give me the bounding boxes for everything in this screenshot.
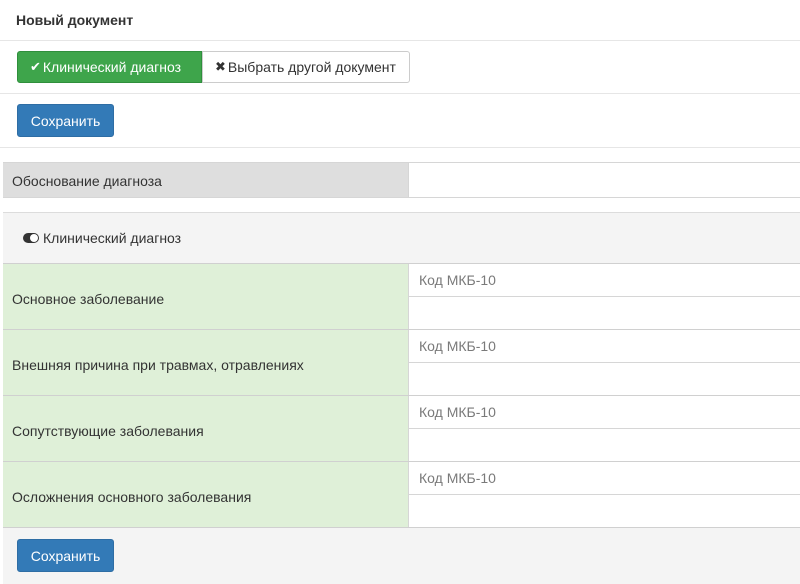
section-header: Клинический диагноз [3, 213, 800, 263]
page-title: Новый документ [16, 12, 134, 28]
check-icon: ✔ [30, 59, 41, 74]
section-title: Клинический диагноз [43, 230, 182, 246]
diagnosis-justification-field[interactable] [408, 163, 800, 197]
diagnosis-row-label: Внешняя причина при травмах, отравлениях [3, 330, 408, 395]
diagnosis-justification-row: Обоснование диагноза [3, 162, 800, 198]
save-button-bottom[interactable]: Сохранить [17, 539, 114, 572]
choose-other-document-label: Выбрать другой документ [227, 59, 396, 75]
diagnosis-name-field[interactable] [409, 363, 800, 395]
diagnosis-row-main: Основное заболевание Код МКБ-10 [3, 263, 800, 329]
diagnosis-name-field[interactable] [409, 495, 800, 527]
diagnosis-justification-label: Обоснование диагноза [3, 163, 408, 197]
document-header: Новый документ [0, 0, 800, 41]
diagnosis-row-fields: Код МКБ-10 [408, 396, 800, 461]
diagnosis-name-field[interactable] [409, 429, 800, 461]
diagnosis-row-label: Основное заболевание [3, 264, 408, 329]
diagnosis-row-label: Осложнения основного заболевания [3, 462, 408, 527]
close-icon: ✖ [215, 59, 226, 74]
diagnosis-row-fields: Код МКБ-10 [408, 264, 800, 329]
save-button[interactable]: Сохранить [17, 104, 114, 137]
icd10-code-field[interactable]: Код МКБ-10 [409, 264, 800, 297]
icd10-code-field[interactable]: Код МКБ-10 [409, 462, 800, 495]
clinical-diagnosis-section: Клинический диагноз Основное заболевание… [3, 212, 800, 584]
bottom-toolbar: Сохранить [3, 527, 800, 584]
diagnosis-row-label: Сопутствующие заболевания [3, 396, 408, 461]
clinical-diagnosis-tab-button[interactable]: ✔ Клинический диагноз [17, 51, 202, 83]
diagnosis-row-fields: Код МКБ-10 [408, 462, 800, 527]
diagnosis-name-field[interactable] [409, 297, 800, 329]
icd10-code-field[interactable]: Код МКБ-10 [409, 330, 800, 363]
clinical-diagnosis-tab-label: Клинический диагноз [42, 59, 181, 75]
icd10-code-field[interactable]: Код МКБ-10 [409, 396, 800, 429]
toggle-icon[interactable] [23, 233, 39, 243]
diagnosis-row-fields: Код МКБ-10 [408, 330, 800, 395]
document-type-switcher: ✔ Клинический диагноз ✖ Выбрать другой д… [0, 41, 800, 94]
choose-other-document-button[interactable]: ✖ Выбрать другой документ [202, 51, 410, 83]
top-toolbar: Сохранить [0, 94, 800, 148]
diagnosis-row-complications: Осложнения основного заболевания Код МКБ… [3, 461, 800, 527]
diagnosis-row-external-cause: Внешняя причина при травмах, отравлениях… [3, 329, 800, 395]
diagnosis-row-concomitant: Сопутствующие заболевания Код МКБ-10 [3, 395, 800, 461]
